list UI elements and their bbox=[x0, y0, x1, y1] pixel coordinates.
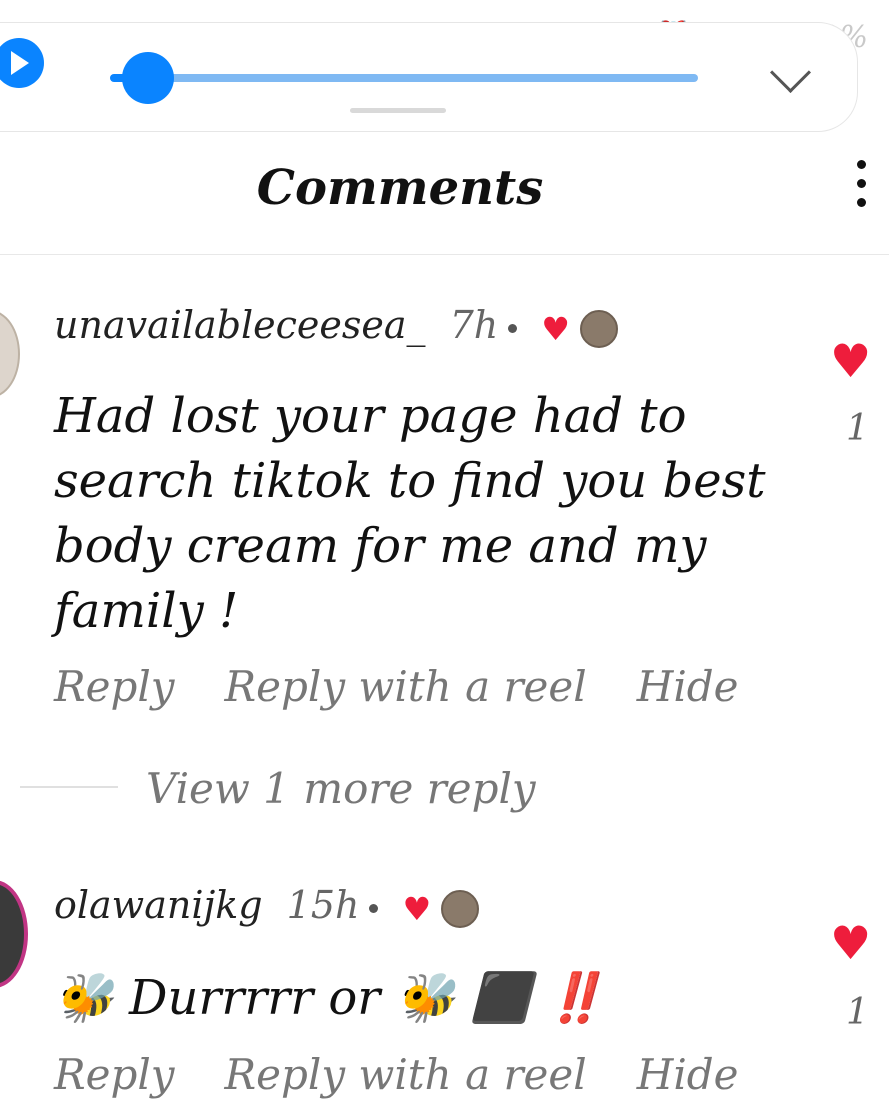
creator-avatar bbox=[441, 889, 480, 928]
progress-thumb[interactable] bbox=[122, 52, 174, 104]
timestamp: 7h bbox=[449, 303, 499, 347]
reply-with-reel-button[interactable]: Reply with a reel bbox=[225, 1050, 587, 1099]
divider bbox=[20, 786, 118, 788]
username[interactable]: olawanijkg bbox=[54, 883, 263, 927]
separator-dot bbox=[508, 324, 518, 333]
more-options-icon[interactable] bbox=[857, 160, 869, 214]
comments-header: Comments bbox=[0, 130, 889, 255]
comment-text: Had lost your page had to search tiktok … bbox=[54, 388, 766, 639]
drag-handle[interactable] bbox=[350, 108, 446, 113]
reply-button[interactable]: Reply bbox=[54, 1050, 175, 1099]
view-more-replies[interactable]: View 1 more reply bbox=[146, 764, 536, 813]
comment-text: 🐝 Durrrrr or 🐝 ⬛ ‼️ bbox=[54, 970, 606, 1026]
progress-track[interactable] bbox=[130, 74, 698, 82]
creator-liked-heart-icon: ♥ bbox=[541, 309, 570, 348]
like-heart-icon[interactable]: ♥ bbox=[830, 916, 871, 970]
reply-with-reel-button[interactable]: Reply with a reel bbox=[225, 662, 587, 711]
creator-avatar bbox=[579, 309, 618, 348]
comment-header: unavailableceesea_ 7h ♥ bbox=[54, 303, 618, 348]
username[interactable]: unavailableceesea_ bbox=[54, 303, 426, 347]
like-count: 1 bbox=[846, 408, 869, 449]
like-heart-icon[interactable]: ♥ bbox=[830, 334, 871, 388]
creator-liked-heart-icon: ♥ bbox=[402, 889, 432, 928]
reply-button[interactable]: Reply bbox=[54, 662, 175, 711]
page-title: Comments bbox=[256, 160, 544, 216]
timestamp: 15h bbox=[286, 883, 360, 927]
comment-actions: Reply Reply with a reel Hide bbox=[54, 1050, 789, 1099]
like-count: 1 bbox=[846, 992, 869, 1033]
comment-actions: Reply Reply with a reel Hide bbox=[54, 662, 789, 711]
comment-header: olawanijkg 15h ♥ bbox=[54, 883, 480, 928]
separator-dot bbox=[369, 904, 379, 913]
avatar[interactable] bbox=[0, 880, 28, 988]
avatar[interactable] bbox=[0, 310, 20, 398]
hide-button[interactable]: Hide bbox=[637, 662, 739, 711]
hide-button[interactable]: Hide bbox=[637, 1050, 739, 1099]
